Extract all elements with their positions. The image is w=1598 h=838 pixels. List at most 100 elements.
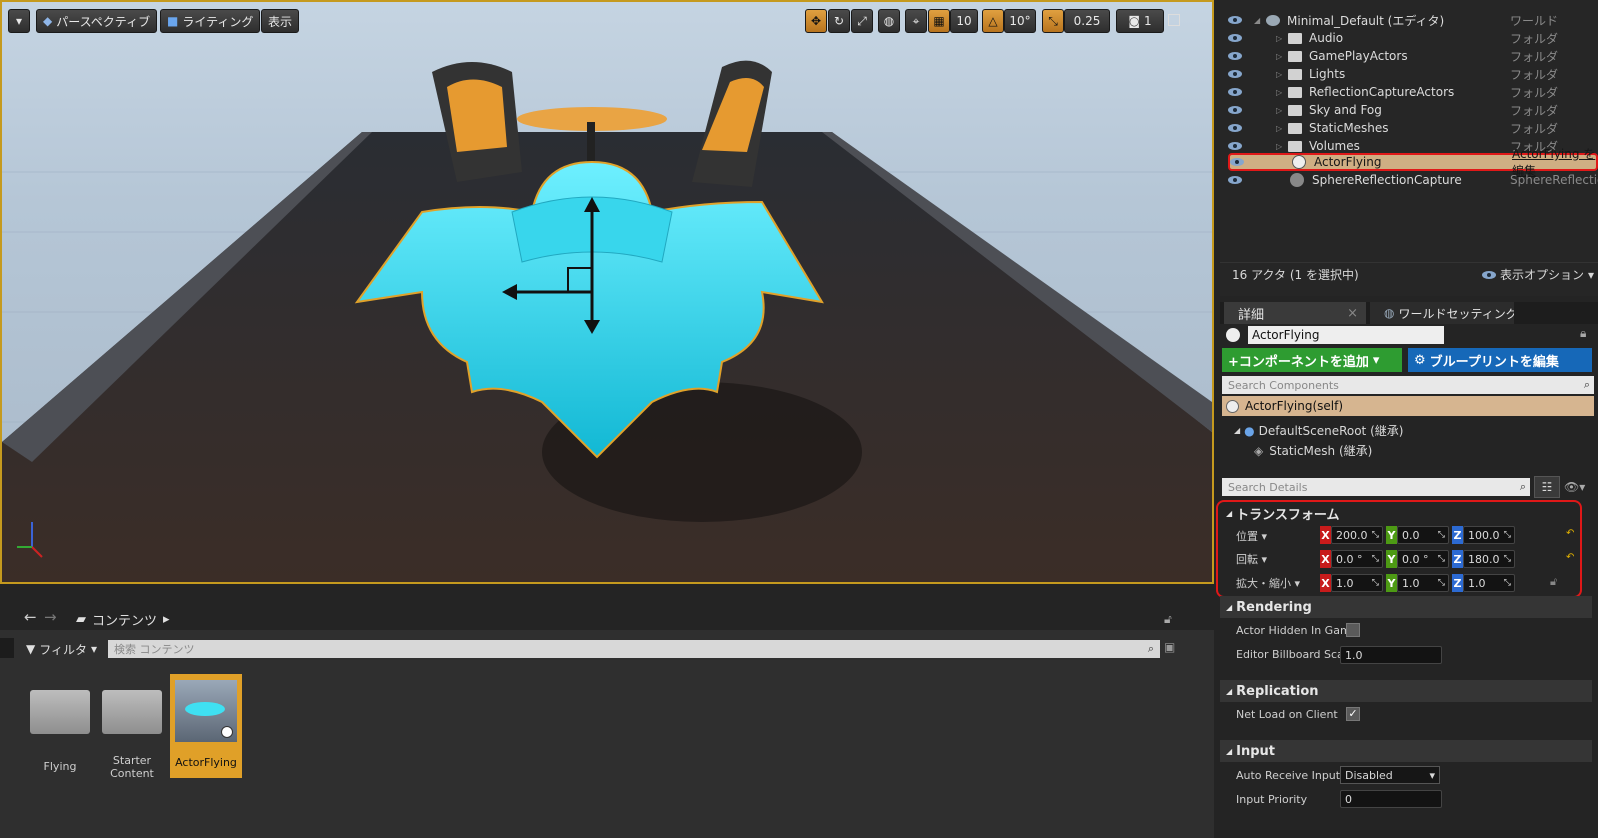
- grid-snap-toggle[interactable]: ▦: [928, 9, 950, 33]
- lock-icon[interactable]: 🔓︎: [1164, 612, 1172, 627]
- scale-label[interactable]: 拡大・縮小 ▾: [1236, 575, 1300, 591]
- eye-icon[interactable]: [1228, 16, 1242, 24]
- eye-icon[interactable]: [1228, 106, 1242, 114]
- auto-receive-dropdown[interactable]: Disabled ▾: [1340, 766, 1440, 784]
- expand-triangle-icon[interactable]: ◢: [1254, 16, 1266, 25]
- lock-icon[interactable]: 🔒︎: [1580, 326, 1586, 341]
- eye-icon[interactable]: [1228, 124, 1242, 132]
- translate-tool-button[interactable]: ✥: [805, 9, 827, 33]
- outliner-row-folder[interactable]: ▷ Audio フォルダ: [1228, 29, 1598, 47]
- input-section-header[interactable]: ◢ Input: [1220, 740, 1592, 762]
- world-local-button[interactable]: ◍: [878, 9, 900, 33]
- outliner-row-folder[interactable]: ▷ Sky and Fog フォルダ: [1228, 101, 1598, 119]
- rot-z-field[interactable]: 180.0 ⤡: [1463, 550, 1515, 568]
- camera-speed-button[interactable]: ◙ 1: [1116, 9, 1164, 33]
- outliner-row-folder[interactable]: ▷ Lights フォルダ: [1228, 65, 1598, 83]
- scale-snap-value[interactable]: 0.25: [1064, 9, 1110, 33]
- level-viewport[interactable]: ▾ ◆ パースペクティブ ■ ライティング 表示 ✥ ↻ ⤢ ◍ ⌖ ▦ 10 △ …: [0, 0, 1214, 584]
- property-matrix-button[interactable]: ☷: [1534, 476, 1560, 498]
- x-axis-label: X: [1320, 574, 1331, 592]
- asset-tile-actorflying[interactable]: ActorFlying: [170, 674, 242, 778]
- eye-icon[interactable]: [1228, 176, 1242, 184]
- outliner-row-reflection[interactable]: SphereReflectionCapture SphereReflection…: [1228, 171, 1598, 189]
- component-root[interactable]: ◢ ● DefaultSceneRoot (継承): [1234, 422, 1403, 439]
- view-options-button[interactable]: 表示オプション ▾: [1482, 266, 1594, 283]
- save-search-icon[interactable]: ▣: [1164, 640, 1175, 654]
- billboard-scale-field[interactable]: 1.0: [1340, 646, 1442, 664]
- rot-y-field[interactable]: 0.0 ° ⤡: [1397, 550, 1449, 568]
- scale-tool-button[interactable]: ⤢: [851, 9, 873, 33]
- add-component-button[interactable]: +コンポーネントを追加 ▾: [1222, 348, 1402, 372]
- replication-section-header[interactable]: ◢ Replication: [1220, 680, 1592, 702]
- eye-icon[interactable]: [1228, 34, 1242, 42]
- net-load-checkbox[interactable]: ✓: [1346, 707, 1360, 721]
- outliner-row-folder[interactable]: ▷ StaticMeshes フォルダ: [1228, 119, 1598, 137]
- forward-arrow-icon[interactable]: →: [44, 608, 57, 626]
- rotation-label[interactable]: 回転 ▾: [1236, 551, 1267, 567]
- expand-triangle-icon[interactable]: ▷: [1276, 88, 1288, 97]
- reset-location-icon[interactable]: ↶: [1566, 528, 1574, 539]
- sources-toggle[interactable]: [0, 638, 14, 658]
- tab-world-settings[interactable]: ◍ ワールドセッティング: [1370, 302, 1514, 324]
- close-icon[interactable]: ×: [1347, 306, 1358, 321]
- rotation-snap-value[interactable]: 10°: [1004, 9, 1036, 33]
- actor-hidden-checkbox[interactable]: [1346, 623, 1360, 637]
- actor-icon: [1226, 399, 1239, 413]
- back-arrow-icon[interactable]: ←: [24, 608, 37, 626]
- content-search-input[interactable]: 検索 コンテンツ ⌕: [108, 640, 1160, 658]
- eye-icon[interactable]: [1228, 52, 1242, 60]
- filter-button[interactable]: ▼ フィルタ ▾: [26, 638, 97, 660]
- loc-y-field[interactable]: 0.0 ⤡: [1397, 526, 1449, 544]
- input-priority-field[interactable]: 0: [1340, 790, 1442, 808]
- outliner-row-world[interactable]: ◢ Minimal_Default (エディタ) ワールド: [1228, 11, 1598, 29]
- expand-triangle-icon[interactable]: ◢: [1234, 426, 1240, 435]
- tab-details[interactable]: 詳細 ×: [1224, 302, 1366, 324]
- rendering-section-header[interactable]: ◢ Rendering: [1220, 596, 1592, 618]
- search-details-input[interactable]: Search Details ⌕: [1222, 478, 1530, 496]
- transform-section-header[interactable]: ◢ トランスフォーム: [1220, 502, 1592, 524]
- outliner-row-folder[interactable]: ▷ ReflectionCaptureActors フォルダ: [1228, 83, 1598, 101]
- lock-scale-icon[interactable]: 🔓︎: [1550, 575, 1557, 589]
- component-self-row[interactable]: ActorFlying(self): [1222, 396, 1594, 416]
- location-label[interactable]: 位置 ▾: [1236, 528, 1267, 544]
- view-options-eye-icon[interactable]: 👁︎▾: [1564, 480, 1585, 494]
- scl-y-field[interactable]: 1.0 ⤡: [1397, 574, 1449, 592]
- loc-z-field[interactable]: 100.0 ⤡: [1463, 526, 1515, 544]
- show-button[interactable]: 表示: [261, 9, 300, 33]
- viewport-options-button[interactable]: ▾: [8, 9, 30, 33]
- blueprint-thumbnail: [175, 680, 237, 742]
- rotate-tool-button[interactable]: ↻: [828, 9, 850, 33]
- search-components-input[interactable]: Search Components ⌕: [1222, 376, 1594, 394]
- expand-triangle-icon[interactable]: ▷: [1276, 142, 1288, 151]
- chevron-down-icon: ▾: [1429, 768, 1435, 782]
- edit-blueprint-button[interactable]: ⚙ ブループリントを編集: [1408, 348, 1592, 372]
- expand-triangle-icon[interactable]: ▷: [1276, 70, 1288, 79]
- component-static-mesh[interactable]: ◈ StaticMesh (継承): [1254, 442, 1372, 459]
- scale-snap-toggle[interactable]: ⤡: [1042, 9, 1064, 33]
- scl-z-field[interactable]: 1.0 ⤡: [1463, 574, 1515, 592]
- breadcrumb[interactable]: ▰ コンテンツ ▸: [76, 610, 170, 629]
- perspective-button[interactable]: ◆ パースペクティブ: [36, 9, 158, 33]
- eye-icon[interactable]: [1230, 158, 1244, 166]
- lighting-button[interactable]: ■ ライティング: [160, 9, 261, 33]
- eye-icon[interactable]: [1228, 142, 1242, 150]
- expand-triangle-icon[interactable]: ▷: [1276, 106, 1288, 115]
- rotation-snap-toggle[interactable]: △: [982, 9, 1004, 33]
- expand-triangle-icon[interactable]: ▷: [1276, 124, 1288, 133]
- surface-snap-button[interactable]: ⌖: [905, 9, 927, 33]
- loc-x-field[interactable]: 200.0 ⤡: [1331, 526, 1383, 544]
- outliner-row-folder[interactable]: ▷ GamePlayActors フォルダ: [1228, 47, 1598, 65]
- maximize-viewport-icon[interactable]: [1168, 14, 1180, 26]
- scl-x-field[interactable]: 1.0 ⤡: [1331, 574, 1383, 592]
- eye-icon[interactable]: [1228, 88, 1242, 96]
- expand-triangle-icon[interactable]: ▷: [1276, 34, 1288, 43]
- reset-rotation-icon[interactable]: ↶: [1566, 552, 1574, 563]
- folder-tile-flying[interactable]: Flying: [24, 680, 96, 773]
- actor-name-field[interactable]: ActorFlying: [1248, 326, 1444, 344]
- outliner-row-selected[interactable]: ActorFlying ActorFlying を編集: [1228, 147, 1598, 178]
- eye-icon[interactable]: [1228, 70, 1242, 78]
- grid-snap-value[interactable]: 10: [950, 9, 978, 33]
- expand-triangle-icon[interactable]: ▷: [1276, 52, 1288, 61]
- folder-tile-starter[interactable]: Starter Content: [96, 680, 168, 780]
- rot-x-field[interactable]: 0.0 ° ⤡: [1331, 550, 1383, 568]
